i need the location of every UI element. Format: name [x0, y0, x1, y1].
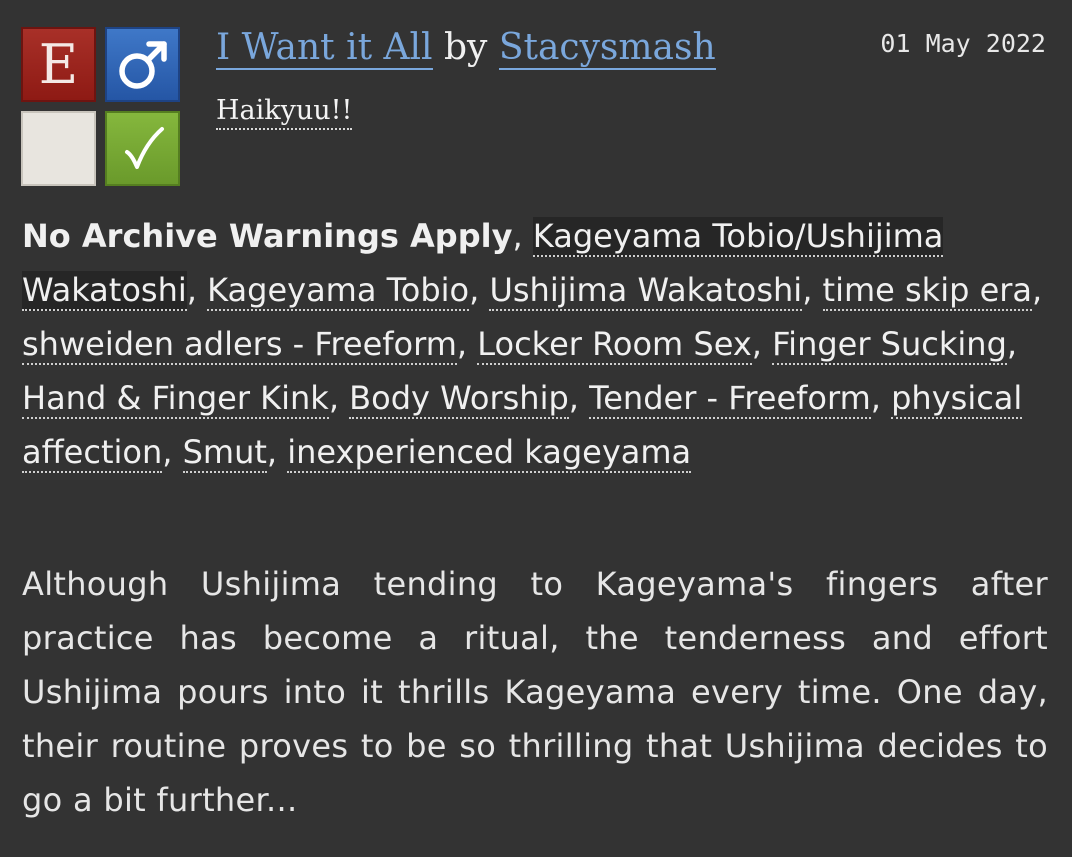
tag-separator: , [802, 271, 823, 309]
tag-freeform-link[interactable]: Smut [182, 433, 267, 473]
tag-item: No Archive Warnings Apply, [22, 217, 533, 255]
tag-separator: , [162, 433, 183, 471]
tag-freeform-link[interactable]: Body Worship [349, 379, 569, 419]
tag-separator: , [751, 325, 773, 363]
tag-separator: , [328, 379, 350, 417]
publish-date: 01 May 2022 [880, 29, 1046, 58]
required-tags-symbols: E [21, 27, 181, 187]
tag-item: Body Worship, [349, 379, 589, 419]
fandom-link[interactable]: Haikyuu!! [216, 94, 353, 130]
tag-item: shweiden adlers - Freeform, [22, 325, 477, 365]
tag-item: Finger Sucking, [772, 325, 1017, 365]
tag-item: Smut, [182, 433, 288, 473]
checkmark-icon [124, 126, 164, 169]
tag-freeform-link[interactable]: time skip era [822, 271, 1033, 311]
tag-separator: , [186, 271, 208, 309]
rating-explicit-icon[interactable]: E [21, 27, 96, 102]
by-text: by [444, 27, 488, 68]
tag-list: No Archive Warnings Apply, Kageyama Tobi… [22, 209, 1052, 479]
tag-character-link[interactable]: Kageyama Tobio [207, 271, 470, 311]
tag-item: Tender - Freeform, [589, 379, 891, 419]
tag-separator: , [1032, 271, 1043, 309]
tag-warning-link[interactable]: No Archive Warnings Apply [22, 217, 512, 255]
male-symbol-icon [118, 40, 167, 89]
tag-freeform-link[interactable]: shweiden adlers - Freeform [22, 325, 457, 365]
tag-item: Hand & Finger Kink, [22, 379, 349, 419]
category-mm-icon[interactable] [105, 27, 180, 102]
tag-freeform-link[interactable]: Tender - Freeform [589, 379, 871, 419]
work-summary: Although Ushijima tending to Kageyama's … [22, 565, 1048, 819]
tag-freeform-link[interactable]: Finger Sucking [772, 325, 1007, 365]
tag-separator: , [568, 379, 590, 417]
tag-freeform-link[interactable]: Locker Room Sex [477, 325, 752, 365]
tag-item: Locker Room Sex, [477, 325, 772, 365]
tag-freeform-link[interactable]: inexperienced kageyama [287, 433, 692, 473]
tag-item: inexperienced kageyama [287, 433, 692, 473]
tag-separator: , [1006, 325, 1018, 363]
tag-item: Kageyama Tobio, [207, 271, 489, 311]
tag-item: time skip era, [822, 271, 1043, 311]
tag-character-link[interactable]: Ushijima Wakatoshi [489, 271, 803, 311]
tag-item: Ushijima Wakatoshi, [489, 271, 822, 311]
tag-separator: , [469, 271, 490, 309]
work-title-link[interactable]: I Want it All [216, 27, 433, 70]
tag-separator: , [870, 379, 892, 417]
tag-separator: , [456, 325, 478, 363]
author-link[interactable]: Stacysmash [498, 27, 716, 70]
tag-separator: , [512, 217, 533, 255]
tag-separator: , [266, 433, 288, 471]
work-heading: I Want it All by Stacysmash [216, 26, 716, 70]
tag-freeform-link[interactable]: Hand & Finger Kink [22, 379, 329, 419]
complete-work-icon[interactable] [105, 111, 180, 186]
warning-none-icon[interactable] [21, 111, 96, 186]
